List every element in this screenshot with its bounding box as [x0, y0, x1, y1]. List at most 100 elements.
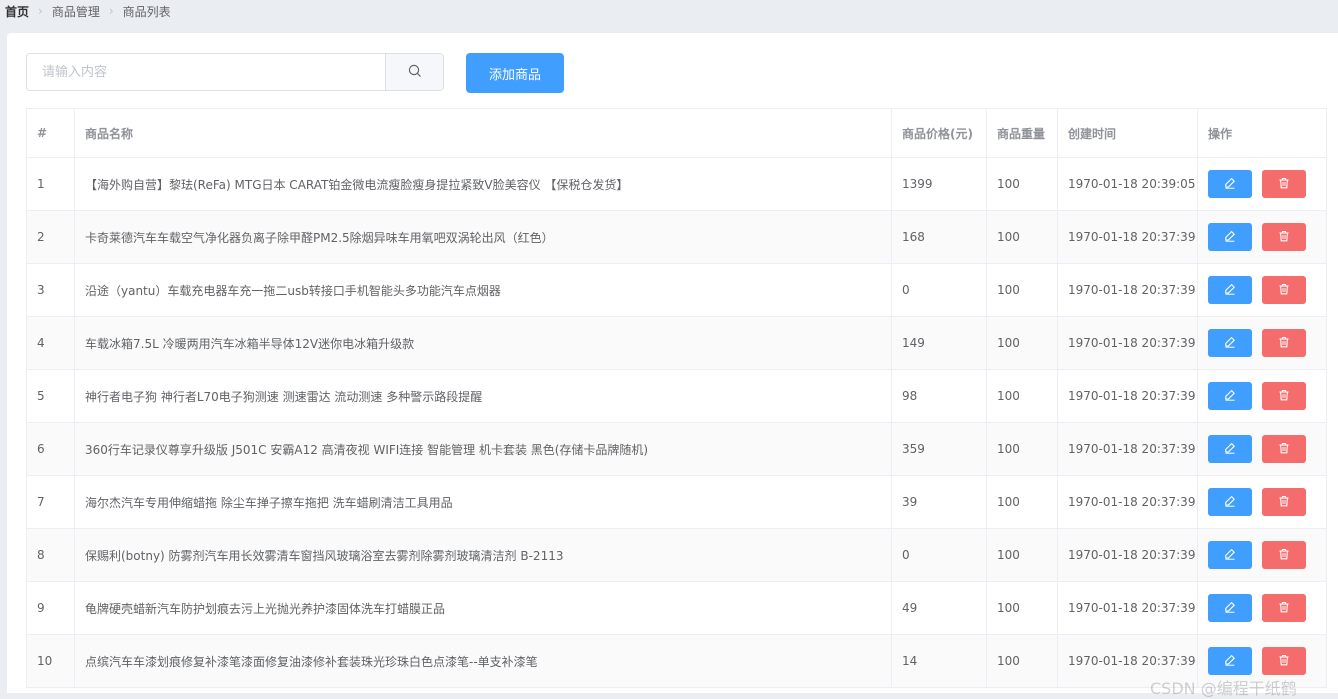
- delete-button[interactable]: [1262, 435, 1306, 463]
- breadcrumb-separator-icon: ›: [108, 4, 114, 18]
- cell-price: 1399: [891, 157, 987, 211]
- cell-price: 359: [891, 422, 987, 476]
- search-icon: [408, 63, 422, 82]
- delete-button[interactable]: [1262, 329, 1306, 357]
- cell-created-time: 1970-01-18 20:37:39: [1057, 475, 1198, 529]
- table-row: 10 点缤汽车车漆划痕修复补漆笔漆面修复油漆修补套装珠光珍珠白色点漆笔--单支补…: [26, 634, 1327, 688]
- cell-name: 龟牌硬壳蜡新汽车防护划痕去污上光抛光养护漆固体洗车打蜡膜正品: [74, 581, 892, 635]
- delete-button[interactable]: [1262, 223, 1306, 251]
- row-actions: [1208, 594, 1316, 622]
- cell-created-time: 1970-01-18 20:37:39: [1057, 422, 1198, 476]
- delete-icon: [1278, 389, 1290, 404]
- cell-weight: 100: [986, 369, 1058, 423]
- breadcrumb-separator-icon: ›: [38, 4, 43, 18]
- delete-icon: [1278, 495, 1290, 510]
- goods-table: # 商品名称 商品价格(元) 商品重量 创建时间 操作 1 【海外购自营】黎珐(…: [26, 108, 1327, 688]
- table-row: 1 【海外购自营】黎珐(ReFa) MTG日本 CARAT铂金微电流瘦脸瘦身提拉…: [26, 157, 1327, 211]
- table-row: 5 神行者电子狗 神行者L70电子狗测速 测速雷达 流动测速 多种警示路段提醒 …: [26, 369, 1327, 423]
- cell-actions: [1197, 581, 1327, 635]
- search-box: [26, 53, 444, 91]
- delete-icon: [1278, 230, 1290, 245]
- breadcrumb-home[interactable]: 首页: [5, 3, 29, 20]
- cell-created-time: 1970-01-18 20:37:39: [1057, 210, 1198, 264]
- cell-created-time: 1970-01-18 20:37:39: [1057, 528, 1198, 582]
- column-header-name: 商品名称: [74, 108, 892, 158]
- breadcrumb-item-goods-management: 商品管理: [51, 4, 100, 19]
- edit-button[interactable]: [1208, 276, 1252, 304]
- column-header-created-time: 创建时间: [1057, 108, 1198, 158]
- edit-button[interactable]: [1208, 594, 1252, 622]
- cell-weight: 100: [986, 157, 1058, 211]
- cell-weight: 100: [986, 528, 1058, 582]
- table-row: 6 360行车记录仪尊享升级版 J501C 安霸A12 高清夜视 WIFI连接 …: [26, 422, 1327, 476]
- watermark: CSDN @编程干纸鹤: [1150, 679, 1297, 698]
- cell-name: 车载冰箱7.5L 冷暖两用汽车冰箱半导体12V迷你电冰箱升级款: [74, 316, 892, 370]
- cell-name: 【海外购自营】黎珐(ReFa) MTG日本 CARAT铂金微电流瘦脸瘦身提拉紧致…: [74, 157, 892, 211]
- table-row: 8 保赐利(botny) 防雾剂汽车用长效雾清车窗挡风玻璃浴室去雾剂除雾剂玻璃清…: [26, 528, 1327, 582]
- column-header-index: #: [26, 108, 75, 158]
- cell-actions: [1197, 316, 1327, 370]
- cell-created-time: 1970-01-18 20:37:39: [1057, 263, 1198, 317]
- delete-button[interactable]: [1262, 382, 1306, 410]
- edit-button[interactable]: [1208, 647, 1252, 675]
- breadcrumb: 首页 › 商品管理 › 商品列表: [5, 2, 171, 20]
- cell-price: 98: [891, 369, 987, 423]
- row-actions: [1208, 488, 1316, 516]
- add-goods-button[interactable]: 添加商品: [466, 53, 564, 93]
- edit-icon: [1224, 230, 1236, 245]
- delete-button[interactable]: [1262, 276, 1306, 304]
- cell-index: 6: [26, 422, 75, 476]
- table-row: 2 卡奇莱德汽车车载空气净化器负离子除甲醛PM2.5除烟异味车用氧吧双涡轮出风（…: [26, 210, 1327, 264]
- row-actions: [1208, 435, 1316, 463]
- row-actions: [1208, 276, 1316, 304]
- delete-button[interactable]: [1262, 594, 1306, 622]
- edit-button[interactable]: [1208, 382, 1252, 410]
- cell-index: 9: [26, 581, 75, 635]
- edit-button[interactable]: [1208, 329, 1252, 357]
- cell-index: 2: [26, 210, 75, 264]
- cell-actions: [1197, 210, 1327, 264]
- cell-price: 49: [891, 581, 987, 635]
- table-row: 7 海尔杰汽车专用伸缩蜡拖 除尘车掸子擦车拖把 洗车蜡刷清洁工具用品 39 10…: [26, 475, 1327, 529]
- delete-button[interactable]: [1262, 488, 1306, 516]
- cell-index: 5: [26, 369, 75, 423]
- edit-button[interactable]: [1208, 541, 1252, 569]
- delete-button[interactable]: [1262, 170, 1306, 198]
- column-header-weight: 商品重量: [986, 108, 1058, 158]
- table-row: 9 龟牌硬壳蜡新汽车防护划痕去污上光抛光养护漆固体洗车打蜡膜正品 49 100 …: [26, 581, 1327, 635]
- cell-weight: 100: [986, 422, 1058, 476]
- cell-weight: 100: [986, 634, 1058, 688]
- cell-name: 沿途（yantu）车载充电器车充一拖二usb转接口手机智能头多功能汽车点烟器: [74, 263, 892, 317]
- cell-created-time: 1970-01-18 20:37:39: [1057, 316, 1198, 370]
- column-header-actions: 操作: [1197, 108, 1327, 158]
- column-header-price: 商品价格(元): [891, 108, 987, 158]
- delete-icon: [1278, 654, 1290, 669]
- cell-index: 1: [26, 157, 75, 211]
- cell-actions: [1197, 422, 1327, 476]
- cell-price: 149: [891, 316, 987, 370]
- delete-button[interactable]: [1262, 647, 1306, 675]
- cell-actions: [1197, 475, 1327, 529]
- content-card: 添加商品 # 商品名称 商品价格(元) 商品重量 创建时间 操作 1 【海外购自…: [7, 33, 1338, 698]
- edit-button[interactable]: [1208, 435, 1252, 463]
- cell-weight: 100: [986, 581, 1058, 635]
- cell-price: 0: [891, 528, 987, 582]
- cell-name: 点缤汽车车漆划痕修复补漆笔漆面修复油漆修补套装珠光珍珠白色点漆笔--单支补漆笔: [74, 634, 892, 688]
- edit-button[interactable]: [1208, 223, 1252, 251]
- edit-icon: [1224, 442, 1236, 457]
- edit-button[interactable]: [1208, 170, 1252, 198]
- row-actions: [1208, 223, 1316, 251]
- cell-price: 39: [891, 475, 987, 529]
- cell-name: 保赐利(botny) 防雾剂汽车用长效雾清车窗挡风玻璃浴室去雾剂除雾剂玻璃清洁剂…: [74, 528, 892, 582]
- row-actions: [1208, 329, 1316, 357]
- search-button[interactable]: [385, 54, 443, 90]
- edit-icon: [1224, 177, 1236, 192]
- search-input[interactable]: [27, 54, 385, 90]
- cell-price: 168: [891, 210, 987, 264]
- cell-index: 10: [26, 634, 75, 688]
- edit-button[interactable]: [1208, 488, 1252, 516]
- delete-icon: [1278, 283, 1290, 298]
- table-header-row: # 商品名称 商品价格(元) 商品重量 创建时间 操作: [26, 108, 1327, 158]
- delete-button[interactable]: [1262, 541, 1306, 569]
- edit-icon: [1224, 389, 1236, 404]
